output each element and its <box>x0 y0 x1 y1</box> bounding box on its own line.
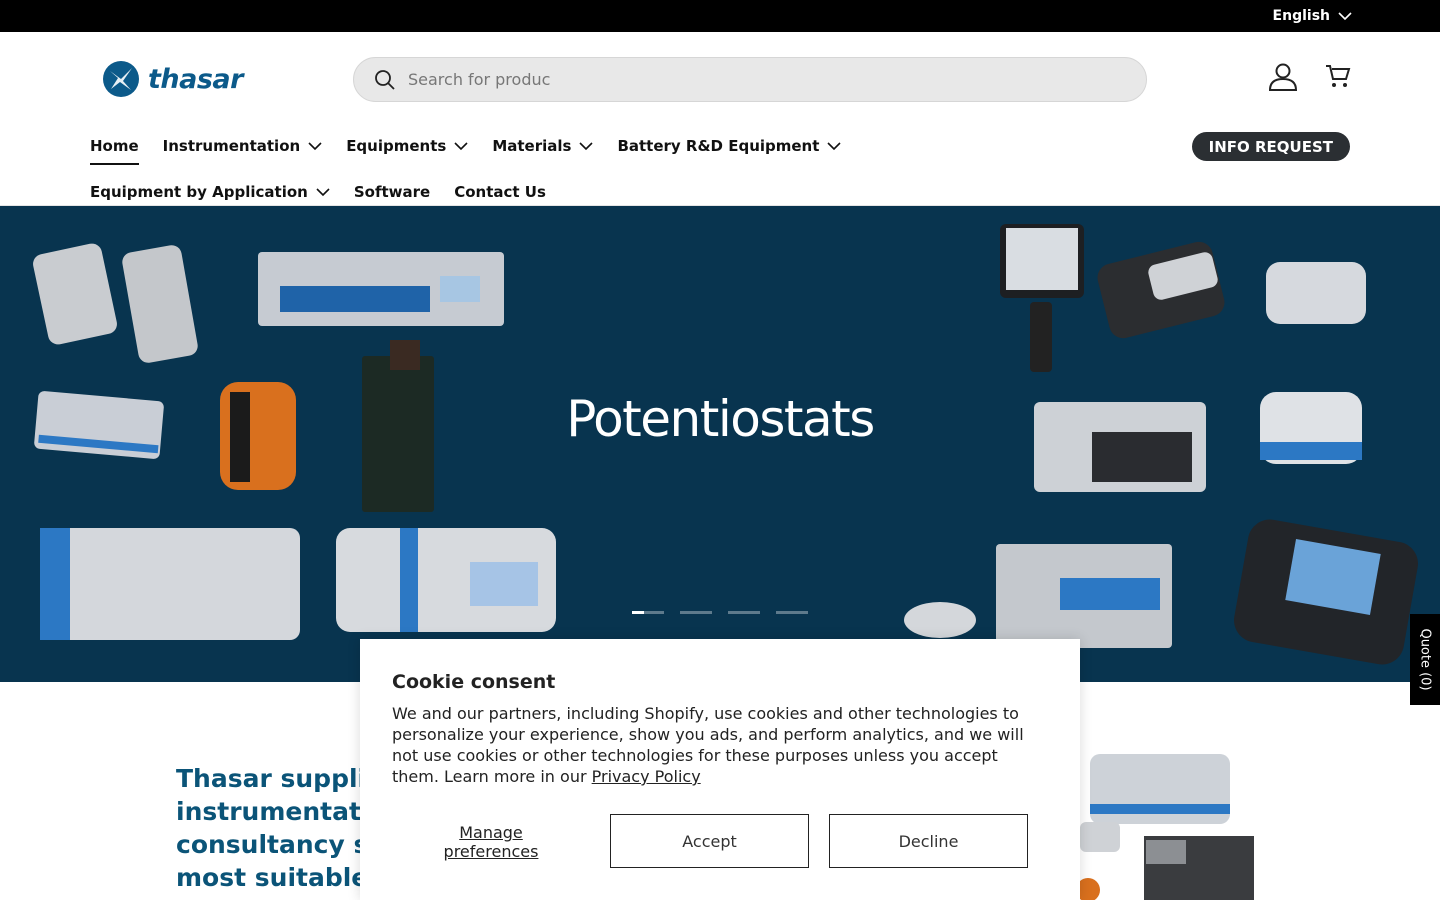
nav-item-software[interactable]: Software <box>354 178 430 206</box>
announcement-bar: English <box>0 0 1440 32</box>
nav-item-equipment-by-application[interactable]: Equipment by Application <box>90 178 330 206</box>
nav-item-home[interactable]: Home <box>90 132 139 165</box>
privacy-policy-link[interactable]: Privacy Policy <box>592 767 701 786</box>
nav-item-materials[interactable]: Materials <box>492 132 594 160</box>
logo-mark-icon <box>103 61 139 97</box>
decline-button[interactable]: Decline <box>829 814 1028 868</box>
nav-item-instrumentation[interactable]: Instrumentation <box>163 132 323 160</box>
account-icon <box>1268 63 1298 91</box>
hero-slideshow: Potentiostats <box>0 206 1440 682</box>
cookie-consent-dialog: Cookie consent We and our partners, incl… <box>360 639 1080 900</box>
cookie-title: Cookie consent <box>392 671 556 693</box>
account-button[interactable] <box>1268 62 1298 92</box>
search-icon[interactable] <box>374 69 396 91</box>
slide-dot-1[interactable] <box>632 611 664 614</box>
chevron-down-icon <box>1338 11 1352 20</box>
chevron-down-icon <box>579 141 594 150</box>
nav-item-equipments[interactable]: Equipments <box>346 132 468 160</box>
slideshow-dots <box>632 611 808 614</box>
site-header: thasar Home Instrumentation Equipments M… <box>0 32 1440 206</box>
cookie-actions: Manage preferences Accept Decline <box>392 814 1048 868</box>
main-nav: Home Instrumentation Equipments Material… <box>90 132 1090 206</box>
quote-tab[interactable]: Quote (0) <box>1410 614 1440 705</box>
language-selector[interactable]: English <box>1273 0 1352 32</box>
slide-dot-2[interactable] <box>680 611 712 614</box>
chevron-down-icon <box>454 141 468 150</box>
nav-item-contact-us[interactable]: Contact Us <box>454 178 546 206</box>
manage-preferences-link[interactable]: Manage preferences <box>422 823 560 861</box>
accept-button[interactable]: Accept <box>610 814 809 868</box>
cookie-body: We and our partners, including Shopify, … <box>392 704 1024 786</box>
cart-icon <box>1326 65 1351 87</box>
search-input[interactable] <box>408 70 1108 89</box>
quote-tab-label: Quote (0) <box>1417 628 1433 691</box>
search-bar[interactable] <box>353 57 1147 102</box>
intro-product-image <box>1076 754 1254 900</box>
language-label: English <box>1272 8 1330 24</box>
logo-text: thasar <box>148 63 243 95</box>
slide-dot-4[interactable] <box>776 611 808 614</box>
info-request-button[interactable]: INFO REQUEST <box>1191 132 1350 161</box>
nav-item-battery-rd[interactable]: Battery R&D Equipment <box>617 132 841 160</box>
slide-dot-3[interactable] <box>728 611 760 614</box>
logo[interactable]: thasar <box>102 60 243 98</box>
chevron-down-icon <box>827 141 841 150</box>
hero-title: Potentiostats <box>566 390 875 448</box>
chevron-down-icon <box>316 187 330 196</box>
chevron-down-icon <box>308 141 322 150</box>
cart-button[interactable] <box>1324 62 1352 92</box>
